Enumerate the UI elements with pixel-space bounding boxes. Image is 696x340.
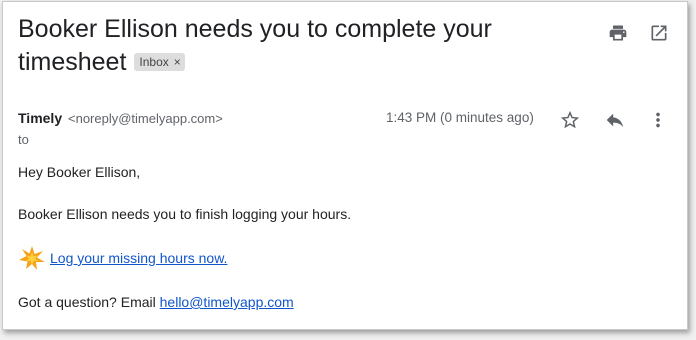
sender-info: Timely <noreply@timelyapp.com> [18,109,223,128]
remove-label-button[interactable]: × [174,54,181,70]
log-missing-hours-link[interactable]: Log your missing hours now. [50,250,227,266]
sender-email: <noreply@timelyapp.com> [68,111,223,126]
cta-row: Log your missing hours now. [17,245,227,271]
sender-name[interactable]: Timely [18,110,62,126]
label-text: Inbox [139,55,169,69]
inbox-label-chip[interactable]: Inbox × [134,53,185,71]
question-prefix: Got a question? Email [18,294,160,310]
print-icon[interactable] [607,22,629,44]
star-icon[interactable] [558,108,582,132]
sparkle-emoji-icon [17,245,47,271]
open-in-new-window-icon[interactable] [648,22,670,44]
email-message: Booker Ellison needs you to finish loggi… [18,206,352,222]
more-vert-icon[interactable] [646,108,670,132]
email-subject: Booker Ellison needs you to complete you… [18,13,558,79]
subject-text: Booker Ellison needs you to complete you… [18,15,492,76]
email-timestamp: 1:43 PM (0 minutes ago) [386,110,534,125]
email-greeting: Hey Booker Ellison, [18,164,141,180]
support-line: Got a question? Email hello@timelyapp.co… [18,293,294,311]
support-email-link[interactable]: hello@timelyapp.com [160,294,294,310]
reply-icon[interactable] [603,108,627,132]
recipient-toggle[interactable]: to [18,132,29,147]
email-view: Booker Ellison needs you to complete you… [2,1,688,330]
